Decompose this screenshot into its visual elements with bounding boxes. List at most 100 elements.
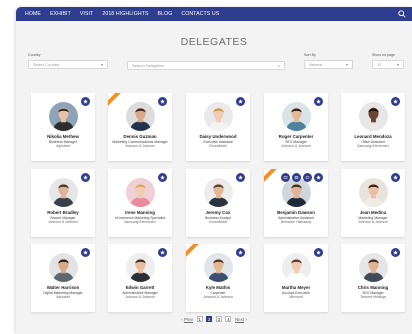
- delegate-name[interactable]: Martha Meyer: [264, 285, 328, 290]
- prev-link[interactable]: ‹ Prev: [181, 317, 193, 322]
- favorite-star-icon[interactable]: [314, 248, 323, 257]
- star-icon[interactable]: [314, 173, 323, 182]
- nav-visit[interactable]: VISIT: [80, 11, 93, 17]
- favorite-star-icon[interactable]: [391, 248, 400, 257]
- delegate-search-input[interactable]: Search Delegates ⌕: [127, 61, 285, 70]
- delegate-card[interactable]: Leonard Mendoza Office Assistant Samsung E…: [341, 93, 405, 161]
- country-select[interactable]: Select Country ▾: [28, 60, 108, 69]
- favorite-star-icon[interactable]: [314, 97, 323, 106]
- delegate-card[interactable]: Nikolia Methew Business Manager Alphabet: [31, 93, 95, 161]
- delegate-details: Carpenter Johnson & Johnson: [189, 291, 247, 299]
- delegate-card[interactable]: Daisy Underwood Executive Assistant ExxonM…: [186, 93, 250, 161]
- delegate-card[interactable]: Jean Medina Marketing Manager Johnson & Jo…: [341, 169, 405, 237]
- delegate-details: Marketing Manager Johnson & Johnson: [344, 216, 402, 224]
- delegate-card[interactable]: Kyle Mathis Carpenter Johnson & Johnson: [186, 244, 250, 312]
- chat-icon[interactable]: [303, 173, 312, 182]
- nav-home[interactable]: HOME: [25, 11, 41, 17]
- delegate-details: Administrative Assistant Berkshire Hathaw…: [267, 216, 325, 224]
- page-4[interactable]: 4: [225, 316, 232, 322]
- favorite-star-icon[interactable]: [158, 97, 167, 106]
- avatar[interactable]: [359, 178, 388, 207]
- delegate-name[interactable]: Walter Harrison: [31, 285, 95, 290]
- delegate-card[interactable]: Jeremy Cox Business Analyst ExxonMobil: [186, 169, 250, 237]
- delegate-name[interactable]: Jean Medina: [341, 210, 405, 215]
- delegate-name[interactable]: Benjamin Dawson: [264, 210, 328, 215]
- delegate-card[interactable]: Irene Manning eCommerce Marketing Special…: [108, 169, 172, 237]
- id-card-icon[interactable]: [281, 173, 290, 182]
- search-icon[interactable]: [398, 10, 406, 18]
- delegate-card[interactable]: Robert Bradley Branch Manager Johnson & Jo…: [31, 169, 95, 237]
- favorite-star-icon[interactable]: [236, 173, 245, 182]
- delegate-name[interactable]: Edwin Garrett: [108, 285, 172, 290]
- delegate-company: Samsung Electronics: [124, 220, 156, 224]
- favorite-star-icon[interactable]: [236, 97, 245, 106]
- delegate-name[interactable]: Daisy Underwood: [186, 134, 250, 139]
- delegate-name[interactable]: Roger Carpenter: [264, 134, 328, 139]
- chevron-down-icon: ▾: [100, 62, 103, 67]
- avatar[interactable]: [126, 253, 155, 282]
- avatar[interactable]: [49, 253, 78, 282]
- top-nav: HOME EXHIBIT VISIT 2018 HIGHLIGHTS BLOG …: [16, 7, 412, 21]
- avatar[interactable]: [204, 102, 233, 131]
- favorite-star-icon[interactable]: [158, 248, 167, 257]
- next-link[interactable]: Next ›: [235, 317, 247, 322]
- delegate-details: SEO Manager Johnson & Johnson: [267, 140, 325, 148]
- search-placeholder: Search Delegates: [132, 63, 164, 68]
- avatar[interactable]: [204, 253, 233, 282]
- delegate-details: Account Executive Microsoft: [267, 291, 325, 299]
- show-filter: Show on page 12 ▾: [372, 53, 404, 69]
- favorite-star-icon[interactable]: [81, 173, 90, 182]
- avatar[interactable]: [49, 102, 78, 131]
- avatar[interactable]: [359, 253, 388, 282]
- page-1[interactable]: 1: [196, 316, 203, 322]
- avatar[interactable]: [282, 102, 311, 131]
- delegate-card[interactable]: Roger Carpenter SEO Manager Johnson & John…: [264, 93, 328, 161]
- show-select[interactable]: 12 ▾: [372, 60, 404, 69]
- delegate-card[interactable]: Benjamin Dawson Administrative Assistant B…: [264, 169, 328, 237]
- delegate-name[interactable]: Kyle Mathis: [186, 285, 250, 290]
- show-label: Show on page: [372, 53, 395, 57]
- favorite-star-icon[interactable]: [391, 97, 400, 106]
- avatar[interactable]: [204, 178, 233, 207]
- favorite-star-icon[interactable]: [81, 248, 90, 257]
- sort-select[interactable]: Newest ▾: [304, 60, 353, 69]
- favorite-star-icon[interactable]: [236, 248, 245, 257]
- delegate-card[interactable]: Walter Harrison Digital Marketing Manager…: [31, 244, 95, 312]
- nav-contacts[interactable]: CONTACTS US: [181, 11, 219, 17]
- nav-blog[interactable]: BLOG: [158, 11, 173, 17]
- delegate-details: Office Assistant Samsung Electronics: [344, 140, 402, 148]
- avatar[interactable]: [49, 178, 78, 207]
- avatar[interactable]: [282, 253, 311, 282]
- delegate-company: Johnson & Johnson: [48, 220, 78, 224]
- delegate-company: Johnson & Johnson: [125, 295, 155, 299]
- delegate-details: SEO Manager Tencent Holdings: [344, 291, 402, 299]
- page-2[interactable]: 2: [206, 316, 213, 322]
- delegate-name[interactable]: Irene Manning: [108, 210, 172, 215]
- avatar[interactable]: [126, 102, 155, 131]
- nav-highlights[interactable]: 2018 HIGHLIGHTS: [102, 11, 148, 17]
- delegate-card[interactable]: Chris Manning SEO Manager Tencent Holdings: [341, 244, 405, 312]
- favorite-star-icon[interactable]: [391, 173, 400, 182]
- page-3[interactable]: 3: [215, 316, 222, 322]
- avatar[interactable]: [126, 178, 155, 207]
- delegate-name[interactable]: Robert Bradley: [31, 210, 95, 215]
- delegate-name[interactable]: Nikolia Methew: [31, 134, 95, 139]
- nav-exhibit[interactable]: EXHIBIT: [50, 11, 71, 17]
- delegate-details: Business Manager Alphabet: [34, 140, 92, 148]
- delegate-card[interactable]: Martha Meyer Account Executive Microsoft: [264, 244, 328, 312]
- avatar[interactable]: [282, 178, 311, 207]
- delegate-name[interactable]: Jeremy Cox: [186, 210, 250, 215]
- favorite-star-icon[interactable]: [158, 173, 167, 182]
- delegate-name[interactable]: Chris Manning: [341, 285, 405, 290]
- delegate-details: Executive Assistant ExxonMobil: [189, 140, 247, 148]
- delegate-name[interactable]: Leonard Mendoza: [341, 134, 405, 139]
- delegate-card[interactable]: Edwin Garrett Administrative Manager Johns…: [108, 244, 172, 312]
- delegate-card[interactable]: Dennis Guzman Marketing Communications Ma…: [108, 93, 172, 161]
- avatar[interactable]: [359, 102, 388, 131]
- delegate-name[interactable]: Dennis Guzman: [108, 134, 172, 139]
- calendar-icon[interactable]: [292, 173, 301, 182]
- show-value: 12: [377, 62, 382, 67]
- page-title: DELEGATES: [180, 36, 248, 48]
- favorite-star-icon[interactable]: [81, 97, 90, 106]
- delegate-company: Alphabet: [56, 144, 70, 148]
